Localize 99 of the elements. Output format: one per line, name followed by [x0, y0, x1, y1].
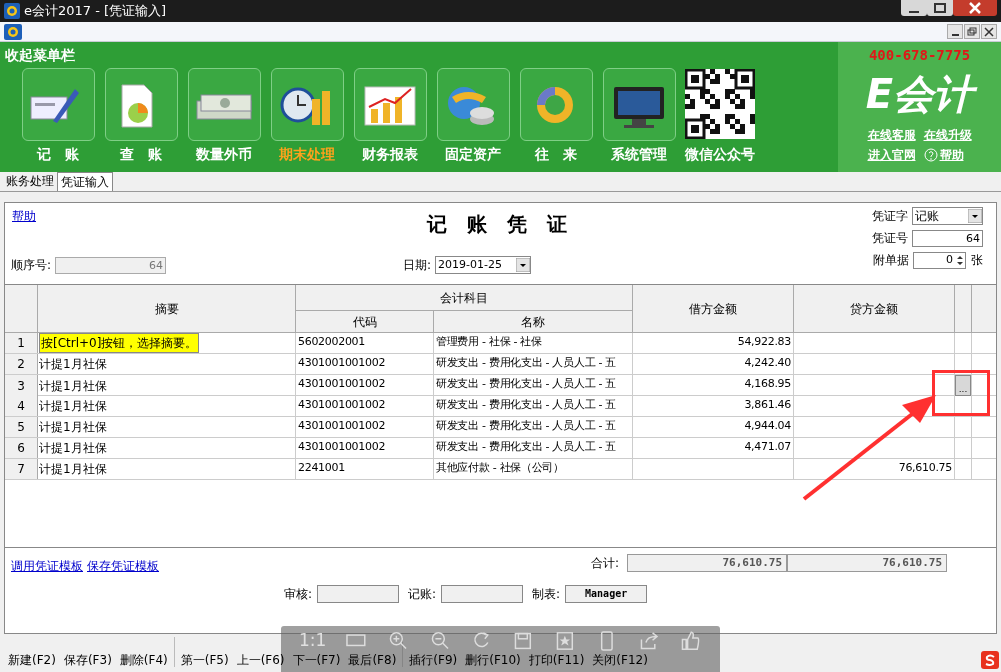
table-cell-text: 76,610.75 — [898, 460, 952, 476]
close-button[interactable] — [981, 24, 997, 39]
voucher-title: 记 账 凭 证 — [427, 211, 567, 238]
link[interactable]: 调用凭证模板 — [11, 557, 83, 575]
row-number: 3 — [5, 375, 38, 396]
table-cell-text: 研发支出 - 费用化支出 - 人员人工 - 五 — [436, 439, 616, 455]
row-number: 5 — [5, 417, 38, 437]
field-label: 顺序号: — [11, 257, 52, 274]
phone-number: 400-678-7775 — [868, 46, 971, 65]
minimize-button[interactable] — [947, 24, 963, 39]
link[interactable]: 保存凭证模板 — [87, 557, 159, 575]
table-cell-text: 2241001 — [298, 460, 345, 476]
field-label: 制表: — [532, 586, 561, 603]
table-cell-text: 计提1月社保 — [39, 419, 107, 436]
dropdown-icon — [968, 209, 982, 223]
field-label: 附单据 — [873, 252, 909, 269]
highlight-frame — [932, 370, 990, 416]
table-cell-text: 4301001001002 — [298, 355, 386, 371]
tab[interactable]: 账务处理 — [3, 172, 57, 191]
field-label: 凭证号 — [872, 230, 908, 247]
restore-icon — [967, 26, 977, 37]
toolbar-button[interactable]: 插行(F9) — [406, 653, 461, 667]
column-header: 会计科目 — [296, 285, 633, 311]
column-header: 名称 — [434, 311, 633, 333]
voucher-number-field[interactable]: 64 — [912, 229, 983, 247]
table-cell-text: 4,168.95 — [744, 376, 791, 392]
sequence-field: 64 — [55, 256, 167, 274]
table-cell-text: 计提1月社保 — [39, 398, 107, 415]
attachment-count-field[interactable]: 0 — [913, 251, 966, 269]
signoff-field: Manager — [565, 585, 648, 603]
help-link[interactable]: 帮助 — [12, 207, 36, 225]
maximize-icon — [934, 3, 946, 13]
voucher-type-dropdown[interactable]: 记账 — [912, 207, 983, 225]
field-label: 凭证字 — [872, 208, 908, 225]
row-number: 1 — [5, 333, 38, 353]
toolbar-button[interactable]: 打印(F11) — [525, 653, 588, 667]
table-cell-text: 研发支出 - 费用化支出 - 人员人工 - 五 — [436, 376, 616, 392]
table-cell-text: 4,944.04 — [744, 418, 791, 434]
date-picker[interactable]: 2019-01-25 — [435, 256, 532, 274]
column-header: 贷方金额 — [794, 285, 955, 333]
row-number: 6 — [5, 438, 38, 458]
minimize-button[interactable] — [901, 0, 927, 16]
row-number: 4 — [5, 396, 38, 416]
minimize-icon — [909, 11, 919, 13]
table-cell-text: 4301001001002 — [298, 439, 386, 455]
unit-label: 张 — [971, 252, 983, 269]
qr-caption: 微信公众号 — [685, 145, 755, 164]
table-cell-text: 计提1月社保 — [39, 377, 107, 395]
window-title: e会计2017 - [凭证输入] — [24, 2, 167, 21]
table-cell-text: 4301001001002 — [298, 397, 386, 413]
table-cell-text: 5602002001 — [298, 334, 365, 350]
toolbar-button[interactable]: 上一(F6) — [233, 653, 288, 667]
table-cell-text: 4301001001002 — [298, 418, 386, 434]
toolbar-button[interactable]: 最后(F8) — [345, 653, 400, 667]
table-cell-text: 4,242.40 — [744, 355, 791, 371]
close-icon — [969, 2, 981, 14]
app-logo-icon — [4, 3, 20, 19]
table-cell-text: 研发支出 - 费用化支出 - 人员人工 - 五 — [436, 418, 616, 434]
column-header: 代码 — [296, 311, 434, 333]
column-header: 借方金额 — [633, 285, 794, 333]
toolbar-button[interactable]: 删除(F4) — [116, 653, 171, 667]
restore-button[interactable] — [964, 24, 980, 39]
table-cell-text: 计提1月社保 — [39, 440, 107, 457]
toolbar-button[interactable]: 保存(F3) — [60, 653, 115, 667]
field-label: 合计: — [591, 555, 620, 572]
document-logo-icon — [4, 23, 22, 40]
table-cell-text: 计提1月社保 — [39, 356, 107, 373]
field-label: 日期: — [403, 257, 432, 274]
row-number: 2 — [5, 354, 38, 374]
input-method-icon[interactable] — [981, 651, 999, 669]
table-cell-text: 3,861.46 — [744, 397, 791, 413]
toolbar-button[interactable]: 删行(F10) — [462, 653, 524, 667]
close-icon — [984, 26, 994, 37]
toolbar-button[interactable]: 关闭(F12) — [589, 653, 651, 667]
total-field: 76,610.75 — [787, 554, 948, 572]
dropdown-icon — [516, 258, 531, 272]
table-cell-text: 管理费用 - 社保 - 社保 — [436, 334, 542, 350]
field-label: 记账: — [408, 586, 437, 603]
toolbar-button[interactable]: 下一(F7) — [289, 653, 344, 667]
table-cell-text: 4301001001002 — [298, 376, 386, 392]
table-cell-text: 研发支出 - 费用化支出 - 人员人工 - 五 — [436, 397, 616, 413]
close-button[interactable] — [953, 0, 997, 16]
table-cell-text: 其他应付款 - 社保（公司） — [436, 460, 564, 476]
toolbar-button[interactable]: 新建(F2) — [5, 653, 59, 667]
table-cell-text: 54,922.83 — [737, 334, 791, 350]
row-number: 7 — [5, 459, 38, 479]
qr-code — [685, 69, 755, 139]
minimize-icon — [951, 33, 959, 36]
table-cell-text: 计提1月社保 — [39, 461, 107, 478]
hint-text: 按[Ctrl+0]按钮，选择摘要。 — [39, 333, 200, 353]
field-label: 审核: — [284, 586, 313, 603]
tab[interactable]: 凭证输入 — [57, 172, 113, 191]
maximize-button[interactable] — [927, 0, 953, 16]
help-icon — [923, 148, 938, 162]
table-cell-text: 研发支出 - 费用化支出 - 人员人工 - 五 — [436, 355, 616, 371]
total-field: 76,610.75 — [627, 554, 788, 572]
toolbar-button[interactable]: 第一(F5) — [177, 653, 232, 667]
ellipsis-button[interactable]: ... — [955, 375, 971, 396]
table-cell-text: 4,471.07 — [744, 439, 791, 455]
